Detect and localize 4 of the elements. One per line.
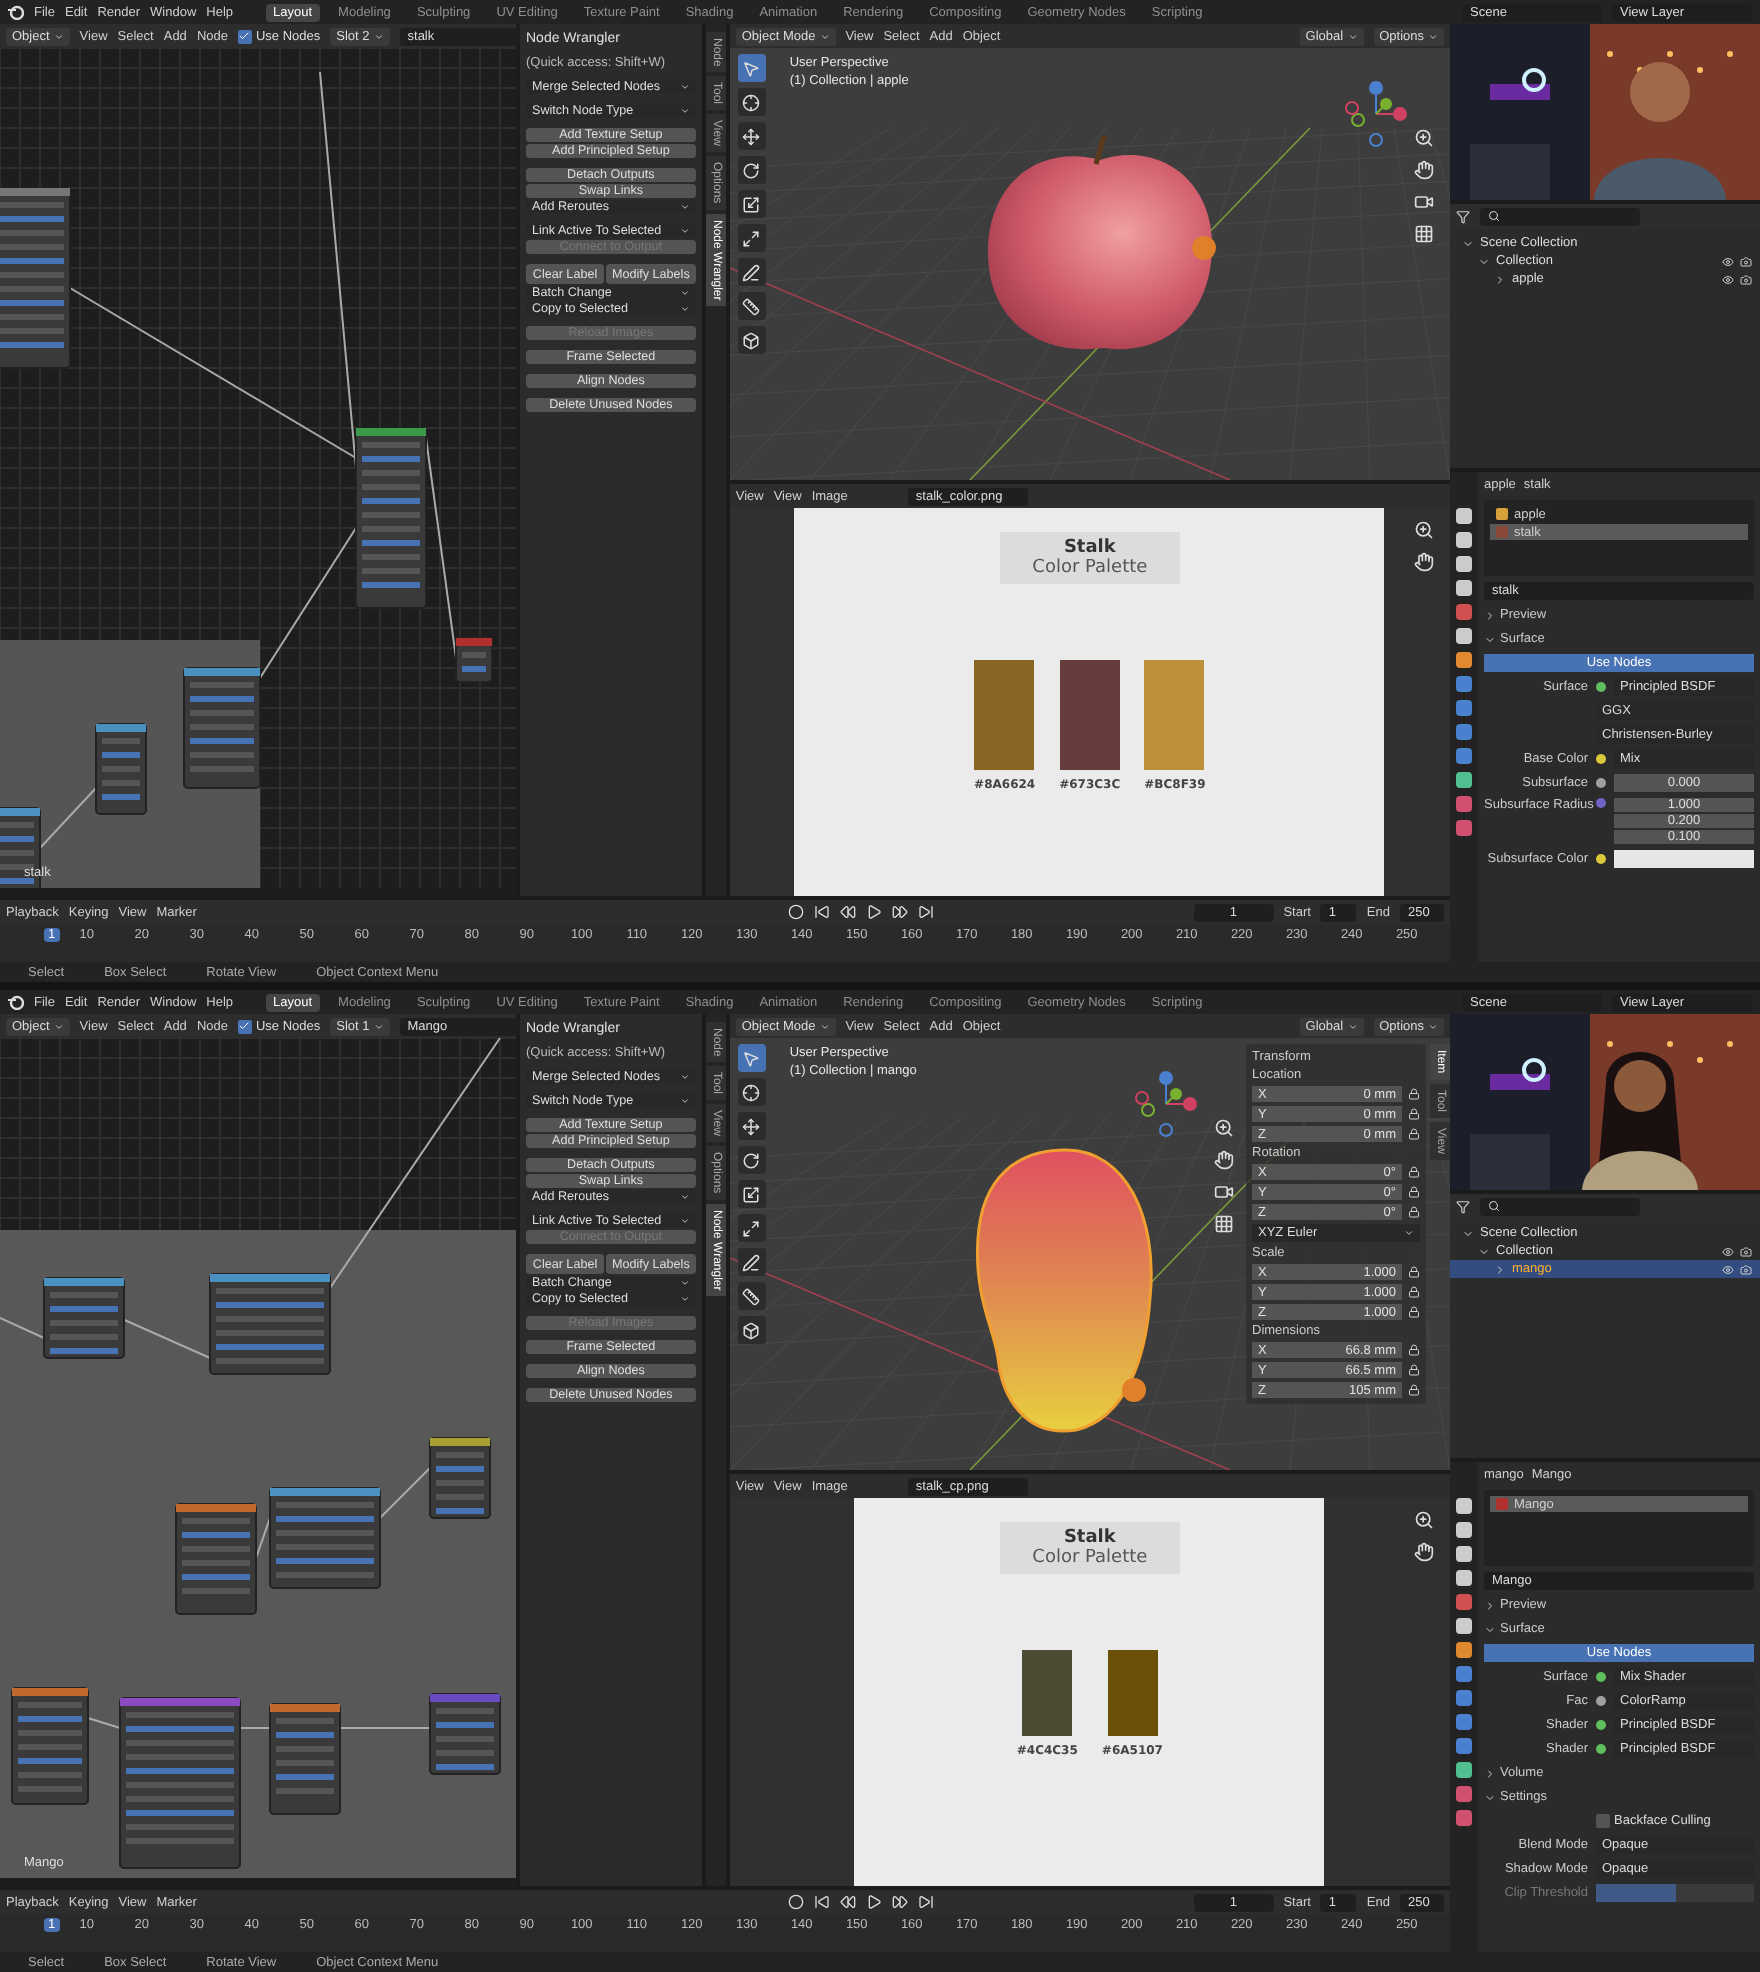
palette-title: Stalk [1063, 1528, 1116, 1548]
palette-subtitle: Color Palette [1032, 558, 1148, 578]
palette-subtitle: Color Palette [1032, 1548, 1148, 1568]
palette-title: Stalk [1063, 538, 1116, 558]
